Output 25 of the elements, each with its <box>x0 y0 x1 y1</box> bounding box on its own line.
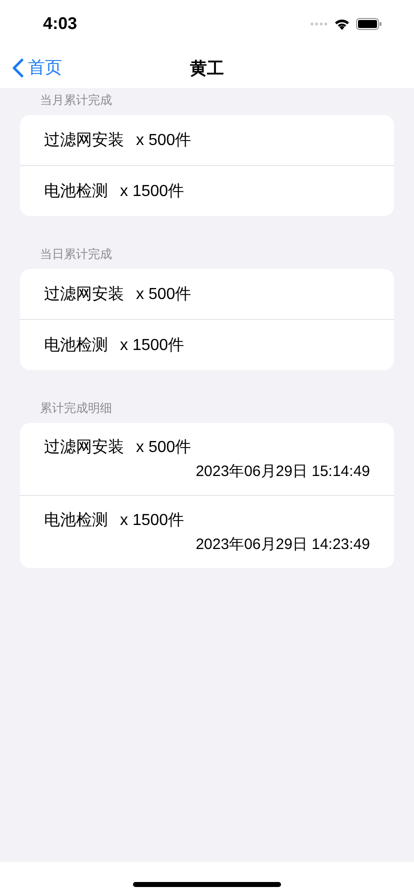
signal-icon <box>310 22 328 26</box>
item-quantity: x 500件 <box>136 130 192 150</box>
item-name: 过滤网安装 <box>44 438 124 458</box>
item-quantity: x 500件 <box>136 284 192 304</box>
wifi-icon <box>334 18 350 30</box>
section-header: 当日累计完成 <box>39 246 113 263</box>
item-name: 电池检测 <box>44 336 108 356</box>
item-quantity: x 500件 <box>136 438 192 458</box>
back-button[interactable]: 首页 <box>10 54 64 81</box>
item-name: 过滤网安装 <box>44 284 124 304</box>
page-title: 黄工 <box>190 58 224 80</box>
section-header: 累计完成明细 <box>39 400 113 417</box>
home-indicator[interactable] <box>133 882 281 887</box>
section-header: 当月累计完成 <box>39 92 113 109</box>
item-quantity: x 1500件 <box>120 511 184 531</box>
chevron-left-icon <box>12 58 24 78</box>
item-name: 过滤网安装 <box>44 130 124 150</box>
item-name: 电池检测 <box>44 510 108 531</box>
battery-icon <box>356 18 382 30</box>
item-quantity: x 1500件 <box>120 336 184 356</box>
item-quantity: x 1500件 <box>120 182 184 202</box>
item-timestamp: 2023年06月29日 15:14:49 <box>196 462 370 481</box>
status-time: 4:03 <box>43 14 78 34</box>
item-name: 电池检测 <box>44 182 108 202</box>
item-timestamp: 2023年06月29日 14:23:49 <box>196 535 370 554</box>
